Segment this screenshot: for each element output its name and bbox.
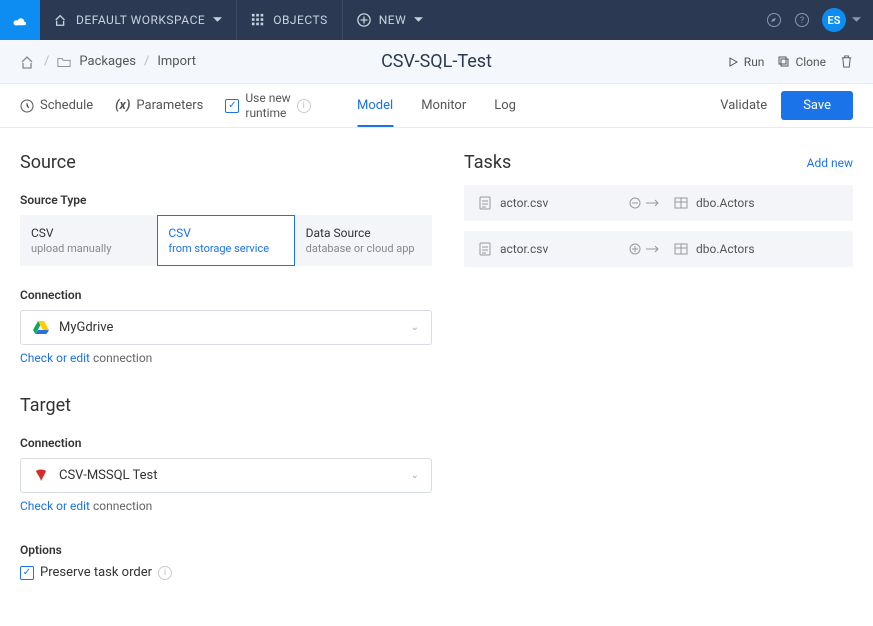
source-type-csv-manual[interactable]: CSV upload manually (20, 215, 157, 266)
runtime-toggle[interactable]: ✓ Use new runtime i (225, 91, 310, 120)
compass-icon[interactable] (766, 12, 782, 28)
workspace-switcher[interactable]: DEFAULT WORKSPACE (40, 0, 236, 40)
avatar: ES (822, 8, 846, 32)
add-task-button[interactable]: Add new (807, 156, 853, 170)
preserve-checkbox[interactable]: ✓ (20, 566, 34, 580)
check-icon: ✓ (225, 99, 239, 113)
target-heading: Target (20, 395, 432, 416)
source-type-csv-storage[interactable]: CSV from storage service (157, 215, 294, 266)
source-connection-select[interactable]: MyGdrive ⌄ (20, 310, 432, 345)
preserve-label: Preserve task order (40, 565, 152, 580)
task-direction-icon (628, 196, 660, 210)
tab-monitor[interactable]: Monitor (421, 86, 466, 126)
source-type-label: Source Type (20, 193, 432, 207)
task-direction-icon (628, 242, 660, 256)
schedule-button[interactable]: Schedule (20, 98, 93, 113)
target-check-edit[interactable]: Check or edit connection (20, 499, 432, 513)
file-icon (478, 242, 492, 256)
parameters-button[interactable]: (x) Parameters (115, 98, 203, 113)
subbar: / Packages / Import CSV-SQL-Test Run Clo… (0, 40, 873, 84)
svg-text:?: ? (800, 16, 804, 26)
options-heading: Options (20, 543, 432, 557)
chevron-down-icon: ⌄ (411, 322, 419, 333)
source-heading: Source (20, 152, 432, 173)
home-icon[interactable] (20, 54, 36, 70)
tasks-heading: Tasks (464, 152, 511, 173)
table-icon (674, 242, 688, 256)
tab-model[interactable]: Model (357, 86, 393, 127)
folder-icon (57, 55, 71, 69)
objects-menu[interactable]: OBJECTS (236, 0, 342, 40)
logo[interactable] (0, 0, 40, 40)
gdrive-icon (33, 321, 49, 335)
breadcrumb-current[interactable]: Import (157, 54, 196, 69)
task-row[interactable]: actor.csv dbo.Actors (464, 231, 853, 267)
topbar: DEFAULT WORKSPACE OBJECTS NEW ? ES (0, 0, 873, 40)
clone-button[interactable]: Clone (778, 55, 826, 69)
chevron-down-icon: ⌄ (411, 470, 419, 481)
info-icon[interactable]: i (158, 566, 172, 580)
source-conn-label: Connection (20, 288, 432, 302)
task-row[interactable]: actor.csv dbo.Actors (464, 185, 853, 221)
mssql-icon (33, 469, 49, 483)
page-title: CSV-SQL-Test (381, 51, 492, 72)
delete-button[interactable] (840, 55, 853, 68)
help-icon[interactable]: ? (794, 12, 810, 28)
info-icon[interactable]: i (297, 99, 311, 113)
user-menu[interactable]: ES (822, 8, 861, 32)
breadcrumb-packages[interactable]: Packages (79, 54, 136, 69)
new-menu[interactable]: NEW (342, 0, 438, 40)
target-connection-select[interactable]: CSV-MSSQL Test ⌄ (20, 458, 432, 493)
source-type-datasource[interactable]: Data Source database or cloud app (295, 215, 432, 266)
source-check-edit[interactable]: Check or edit connection (20, 351, 432, 365)
table-icon (674, 196, 688, 210)
run-button[interactable]: Run (727, 55, 765, 69)
file-icon (478, 196, 492, 210)
validate-button[interactable]: Validate (720, 98, 767, 113)
save-button[interactable]: Save (781, 91, 853, 120)
tab-log[interactable]: Log (494, 86, 516, 126)
target-conn-label: Connection (20, 436, 432, 450)
toolbar: Schedule (x) Parameters ✓ Use new runtim… (0, 84, 873, 128)
